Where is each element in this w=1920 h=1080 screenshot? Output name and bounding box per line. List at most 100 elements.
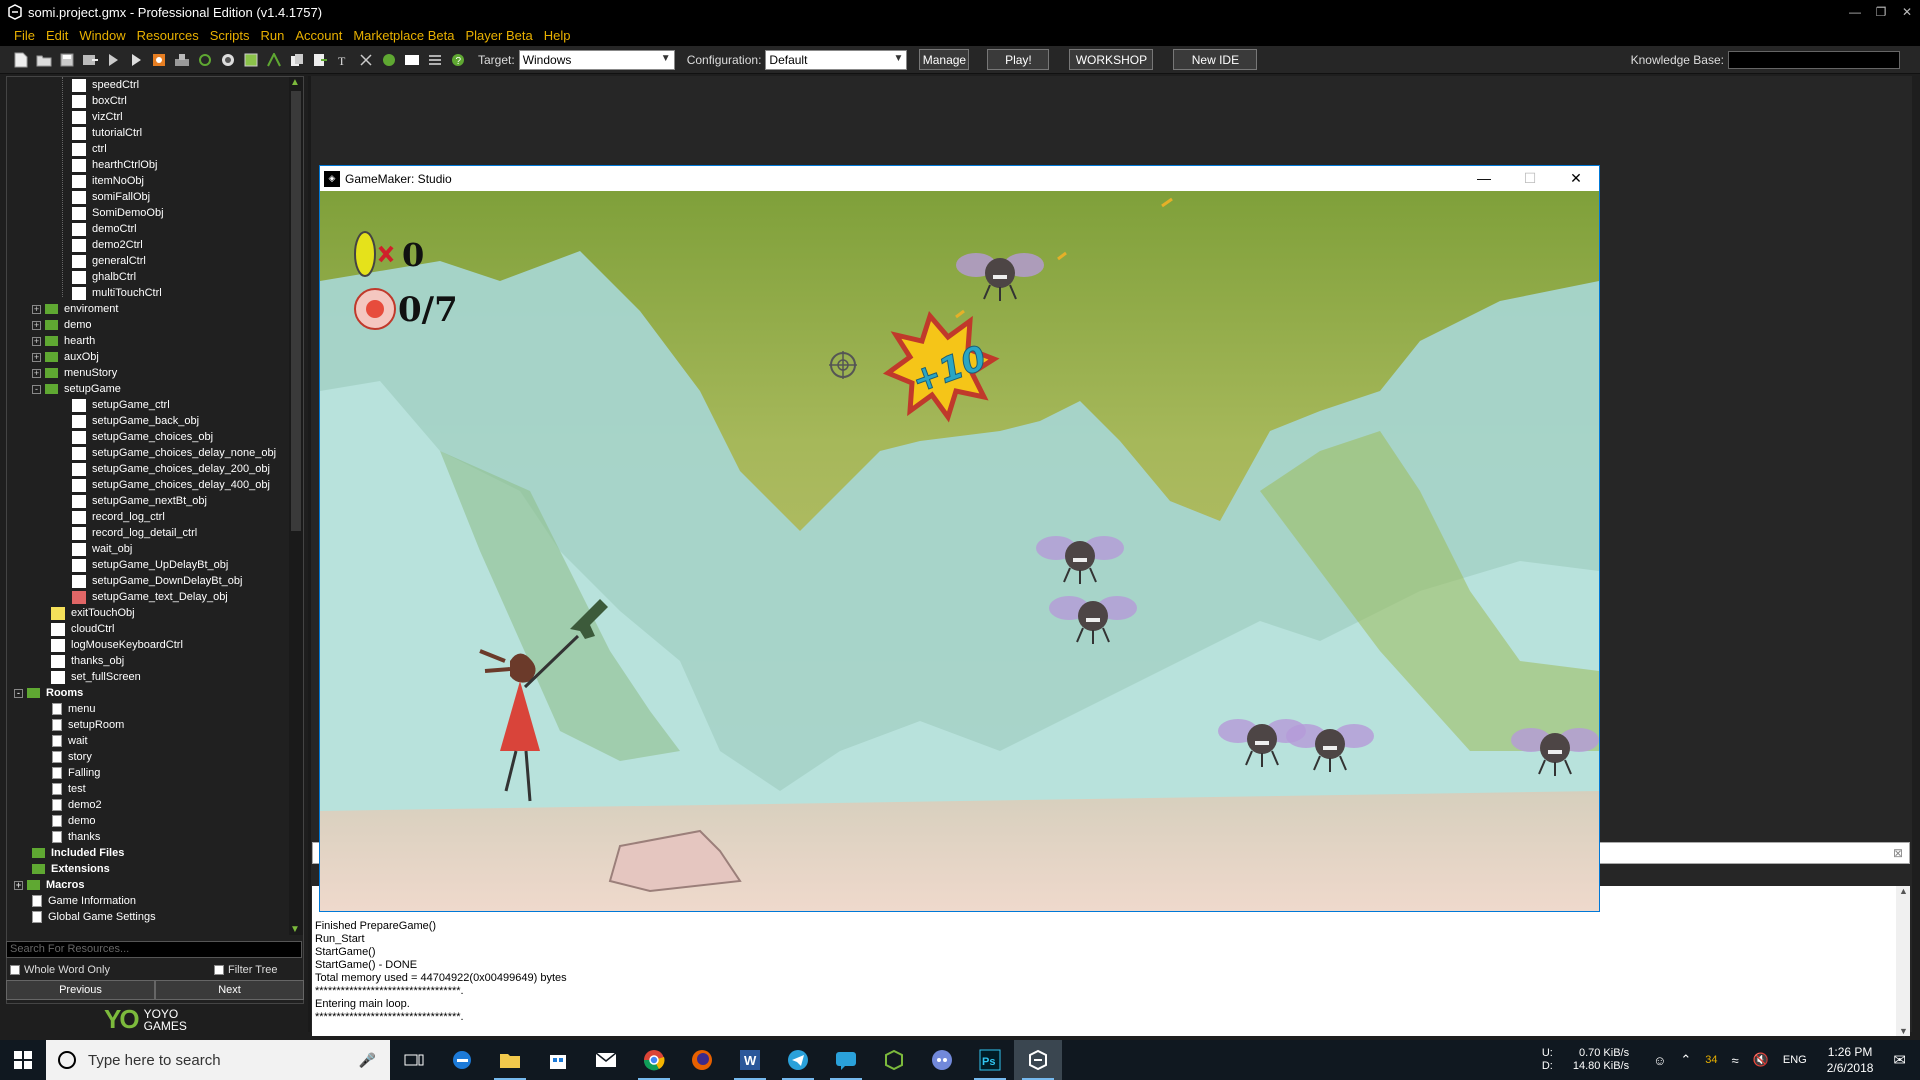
start-button[interactable] — [0, 1040, 46, 1080]
tree-room-item[interactable]: demo — [52, 813, 96, 829]
expand-icon[interactable]: + — [32, 352, 41, 362]
tree-object-item[interactable]: tutorialCtrl — [72, 125, 142, 141]
temperature-value[interactable]: 34 — [1705, 1054, 1717, 1066]
new-ide-button[interactable]: New IDE — [1173, 49, 1258, 70]
volume-muted-icon[interactable]: 🔇 — [1753, 1052, 1769, 1068]
tree-room-item[interactable]: menu — [52, 701, 96, 717]
tree-room-item[interactable]: setupRoom — [52, 717, 124, 733]
tree-object-item[interactable]: setupGame_text_Delay_obj — [72, 589, 228, 605]
close-icon[interactable]: ⊠ — [1893, 846, 1903, 860]
expand-icon[interactable]: + — [32, 368, 41, 378]
workshop-button[interactable]: WORKSHOP — [1069, 49, 1154, 70]
tree-object-item[interactable]: record_log_ctrl — [72, 509, 165, 525]
game-maximize-button[interactable]: ☐ — [1507, 170, 1553, 187]
game-canvas[interactable]: +10 0 0/7 — [320, 191, 1599, 911]
maximize-button[interactable]: ❐ — [1868, 2, 1894, 22]
export-icon[interactable] — [81, 51, 98, 68]
tree-object-item[interactable]: vizCtrl — [72, 109, 123, 125]
scrollbar-thumb[interactable] — [291, 91, 301, 531]
tree-object-item[interactable]: set_fullScreen — [51, 669, 141, 685]
tree-object-item[interactable]: setupGame_choices_delay_200_obj — [72, 461, 270, 477]
file-explorer-icon[interactable] — [486, 1040, 534, 1080]
copy-icon[interactable] — [288, 51, 305, 68]
config-select[interactable]: Default ▼ — [765, 49, 908, 70]
menu-marketplace[interactable]: Marketplace Beta — [353, 28, 454, 43]
help-icon[interactable]: ? — [449, 51, 466, 68]
close-button[interactable]: ✕ — [1894, 2, 1920, 22]
tree-object-item[interactable]: ctrl — [72, 141, 107, 157]
tree-room-item[interactable]: test — [52, 781, 86, 797]
collapse-icon[interactable]: - — [32, 384, 41, 394]
list-icon[interactable] — [426, 51, 443, 68]
expand-icon[interactable]: + — [32, 304, 41, 314]
microphone-icon[interactable]: 🎤 — [359, 1052, 376, 1069]
tree-object-item[interactable]: speedCtrl — [72, 77, 139, 93]
scroll-up-icon[interactable]: ▲ — [290, 77, 300, 88]
tree-object-item[interactable]: boxCtrl — [72, 93, 127, 109]
scroll-down-icon[interactable]: ▼ — [1899, 1026, 1908, 1036]
tree-folder-item[interactable]: + auxObj — [32, 349, 99, 365]
tree-object-item[interactable]: somiFallObj — [72, 189, 150, 205]
wifi-icon[interactable]: ≈ — [1732, 1053, 1739, 1068]
tree-object-item[interactable]: ghalbCtrl — [72, 269, 136, 285]
photoshop-icon[interactable]: Ps — [966, 1040, 1014, 1080]
minimize-button[interactable]: — — [1842, 2, 1868, 22]
collapse-icon[interactable]: - — [14, 688, 23, 698]
tree-object-item[interactable]: setupGame_choices_delay_none_obj — [72, 445, 276, 461]
edge-icon[interactable] — [438, 1040, 486, 1080]
menu-scripts[interactable]: Scripts — [210, 28, 250, 43]
tree-object-item[interactable]: demoCtrl — [72, 221, 137, 237]
image-icon[interactable] — [242, 51, 259, 68]
task-view-icon[interactable] — [390, 1040, 438, 1080]
discord-icon[interactable] — [918, 1040, 966, 1080]
show-hidden-icons-icon[interactable]: ⌃ — [1680, 1052, 1691, 1068]
tree-folder-item[interactable]: + hearth — [32, 333, 95, 349]
doc-export-icon[interactable] — [311, 51, 328, 68]
tree-folder-item[interactable]: + demo — [32, 317, 92, 333]
debug-run-icon[interactable] — [127, 51, 144, 68]
menu-help[interactable]: Help — [544, 28, 571, 43]
menu-resources[interactable]: Resources — [137, 28, 199, 43]
tree-object-item[interactable]: setupGame_nextBt_obj — [72, 493, 207, 509]
tree-room-item[interactable]: thanks — [52, 829, 100, 845]
expand-icon[interactable]: + — [14, 880, 23, 890]
taskbar-search[interactable]: Type here to search 🎤 — [46, 1040, 390, 1080]
tree-folder-item[interactable]: + enviroment — [32, 301, 118, 317]
refresh-icon[interactable] — [196, 51, 213, 68]
tree-settings-item[interactable]: Global Game Settings — [32, 909, 156, 925]
tree-object-item[interactable]: hearthCtrlObj — [72, 157, 157, 173]
output-scrollbar[interactable]: ▲ ▼ — [1896, 886, 1910, 1036]
path-icon[interactable] — [357, 51, 374, 68]
stop-icon[interactable] — [150, 51, 167, 68]
menu-file[interactable]: File — [14, 28, 35, 43]
room-icon[interactable] — [403, 51, 420, 68]
target-icon[interactable] — [219, 51, 236, 68]
mail-icon[interactable] — [582, 1040, 630, 1080]
tree-object-item[interactable]: wait_obj — [72, 541, 132, 557]
firefox-icon[interactable] — [678, 1040, 726, 1080]
tree-folder-rooms[interactable]: - Rooms — [14, 685, 83, 701]
manage-button[interactable]: Manage — [919, 49, 970, 70]
tree-object-item[interactable]: setupGame_DownDelayBt_obj — [72, 573, 242, 589]
tree-object-item[interactable]: itemNoObj — [72, 173, 144, 189]
tree-folder-setupgame[interactable]: - setupGame — [32, 381, 121, 397]
word-icon[interactable]: W — [726, 1040, 774, 1080]
tree-object-item[interactable]: record_log_detail_ctrl — [72, 525, 197, 541]
play-button[interactable]: Play! — [987, 49, 1050, 70]
tree-object-item[interactable]: generalCtrl — [72, 253, 146, 269]
game-minimize-button[interactable]: — — [1461, 170, 1507, 187]
next-button[interactable]: Next — [155, 980, 304, 1000]
menu-player[interactable]: Player Beta — [466, 28, 533, 43]
tree-room-item[interactable]: Falling — [52, 765, 100, 781]
expand-icon[interactable]: + — [32, 336, 41, 346]
tree-room-item[interactable]: demo2 — [52, 797, 102, 813]
tree-room-item[interactable]: wait — [52, 733, 88, 749]
menu-edit[interactable]: Edit — [46, 28, 68, 43]
menu-window[interactable]: Window — [79, 28, 125, 43]
tree-object-item[interactable]: thanks_obj — [51, 653, 124, 669]
store-icon[interactable] — [534, 1040, 582, 1080]
save-icon[interactable] — [58, 51, 75, 68]
build-icon[interactable] — [173, 51, 190, 68]
search-resources-input[interactable]: Search For Resources... — [6, 941, 302, 958]
tree-object-item[interactable]: multiTouchCtrl — [72, 285, 162, 301]
